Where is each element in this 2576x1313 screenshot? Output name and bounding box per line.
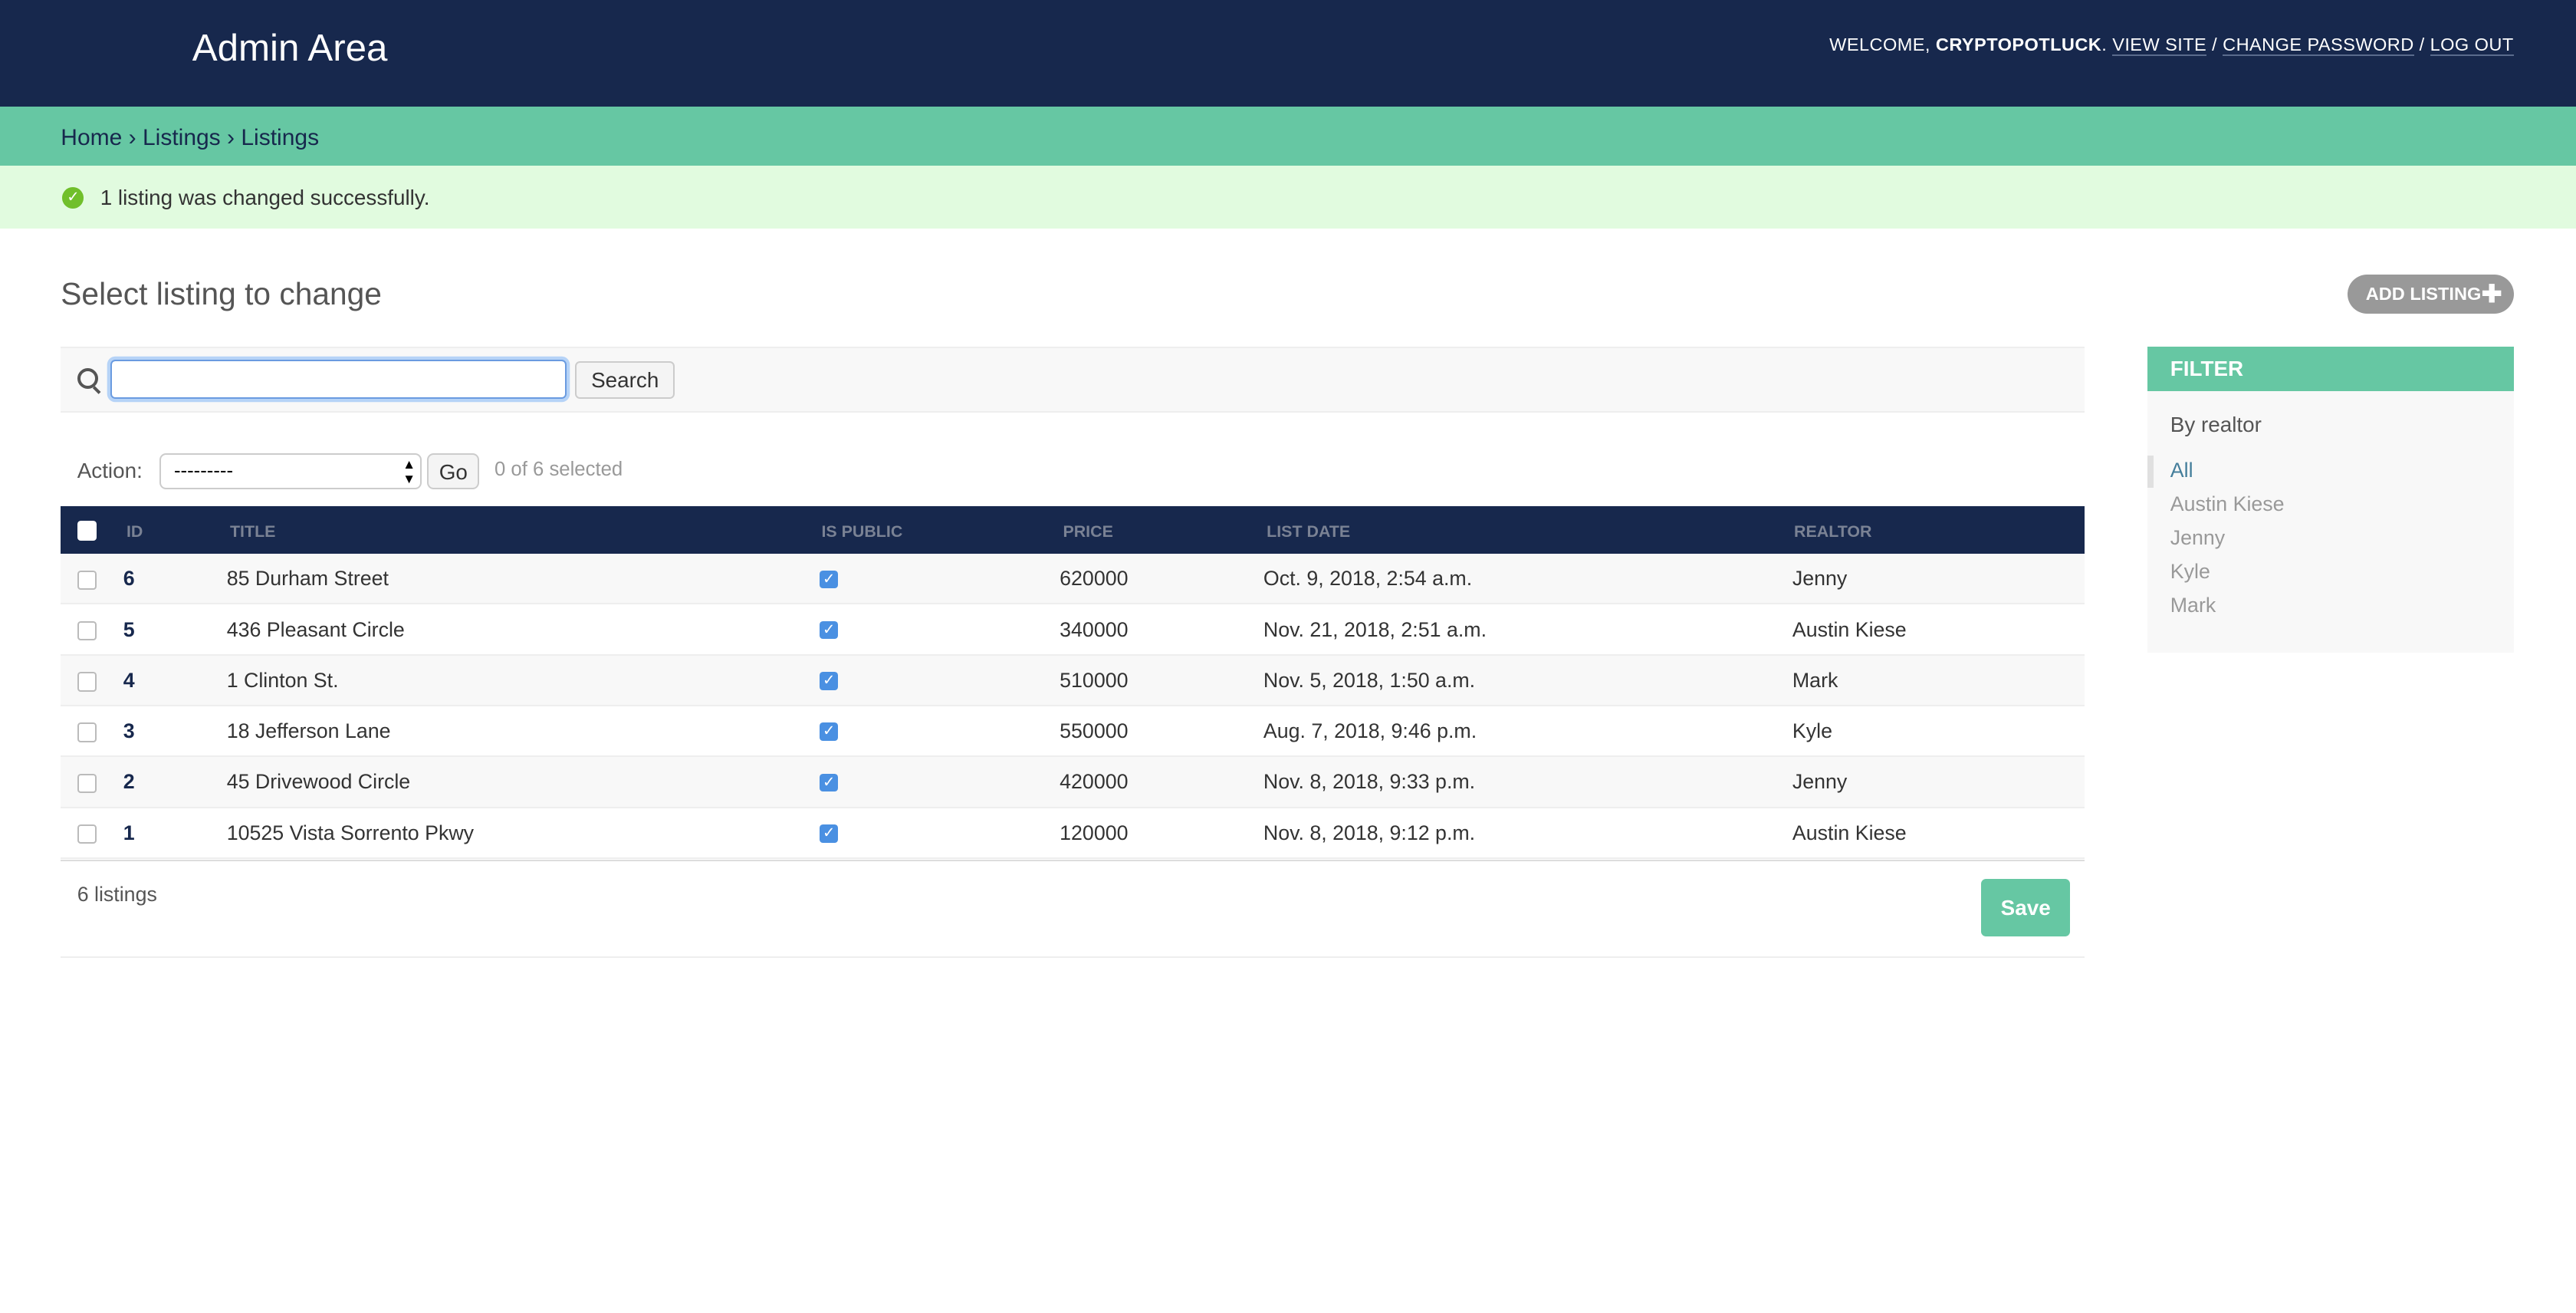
is-public-checkbox[interactable]: ✓ xyxy=(820,672,838,690)
header: Admin Area WELCOME, CRYPTOPOTLUCK. VIEW … xyxy=(0,0,2576,107)
plus-icon: ✚ xyxy=(2481,279,2502,308)
listings-table: ID TITLE IS PUBLIC PRICE LIST DATE REALT… xyxy=(61,506,2085,859)
table-row: 1 10525 Vista Sorrento Pkwy ✓ 120000 Nov… xyxy=(61,808,2085,859)
cell-realtor: Mark xyxy=(1792,668,1838,692)
filter-subtitle: By realtor xyxy=(2170,412,2262,436)
cell-price: 510000 xyxy=(1060,668,1129,692)
cell-list-date: Nov. 5, 2018, 1:50 a.m. xyxy=(1263,668,1476,692)
selected-filter-marker xyxy=(2147,455,2154,489)
message-text: 1 listing was changed successfully. xyxy=(100,186,430,210)
column-header-realtor[interactable]: REALTOR xyxy=(1794,522,1871,541)
row-checkbox[interactable] xyxy=(77,824,97,844)
search-input[interactable] xyxy=(110,360,567,400)
cell-list-date: Nov. 21, 2018, 2:51 a.m. xyxy=(1263,617,1487,641)
table-header: ID TITLE IS PUBLIC PRICE LIST DATE REALT… xyxy=(61,506,2085,554)
user-tools: WELCOME, CRYPTOPOTLUCK. VIEW SITE / CHAN… xyxy=(1829,35,2514,56)
add-listing-button[interactable]: ADD LISTING ✚ xyxy=(2348,274,2514,314)
result-count: 6 listings xyxy=(77,882,157,906)
cell-id[interactable]: 2 xyxy=(123,770,135,794)
cell-price: 420000 xyxy=(1060,770,1129,794)
row-checkbox[interactable] xyxy=(77,570,97,590)
action-select[interactable]: --------- ▲ ▼ xyxy=(159,453,422,490)
column-header-price[interactable]: PRICE xyxy=(1063,522,1112,541)
separator: / xyxy=(2212,35,2218,54)
cell-title: 85 Durham Street xyxy=(226,567,389,591)
cell-price: 550000 xyxy=(1060,719,1129,743)
column-header-title[interactable]: TITLE xyxy=(230,522,275,541)
row-checkbox[interactable] xyxy=(77,620,97,641)
cell-list-date: Oct. 9, 2018, 2:54 a.m. xyxy=(1263,567,1473,591)
cell-price: 340000 xyxy=(1060,617,1129,641)
filter-panel: FILTER By realtor All Austin Kiese Jenny Ky… xyxy=(2147,347,2514,653)
cell-price: 620000 xyxy=(1060,567,1129,591)
filter-item[interactable]: Austin Kiese xyxy=(2170,492,2285,516)
welcome-text: WELCOME, xyxy=(1829,35,1930,54)
is-public-checkbox[interactable]: ✓ xyxy=(820,570,838,589)
page-title: Select listing to change xyxy=(61,276,382,311)
go-button[interactable]: Go xyxy=(427,453,480,490)
save-button[interactable]: Save xyxy=(1981,879,2071,937)
is-public-checkbox[interactable]: ✓ xyxy=(820,620,838,640)
table-footer: 6 listings Save xyxy=(61,859,2085,959)
select-arrows-icon: ▲ ▼ xyxy=(402,456,416,486)
is-public-checkbox[interactable]: ✓ xyxy=(820,824,838,843)
selection-counter: 0 of 6 selected xyxy=(495,458,623,480)
cell-title: 1 Clinton St. xyxy=(226,668,339,692)
cell-realtor: Austin Kiese xyxy=(1792,617,1907,641)
cell-list-date: Nov. 8, 2018, 9:33 p.m. xyxy=(1263,770,1476,794)
table-row: 2 45 Drivewood Circle ✓ 420000 Nov. 8, 2… xyxy=(61,757,2085,808)
cell-id[interactable]: 1 xyxy=(123,821,135,845)
username: CRYPTOPOTLUCK xyxy=(1935,35,2102,54)
search-toolbar: Search xyxy=(61,347,2085,413)
cell-id[interactable]: 3 xyxy=(123,719,135,743)
cell-realtor: Jenny xyxy=(1792,770,1848,794)
cell-title: 18 Jefferson Lane xyxy=(226,719,391,743)
row-checkbox[interactable] xyxy=(77,722,97,742)
change-password-link[interactable]: CHANGE PASSWORD xyxy=(2223,35,2414,56)
view-site-link[interactable]: VIEW SITE xyxy=(2112,35,2207,56)
search-icon xyxy=(77,367,98,390)
column-header-id[interactable]: ID xyxy=(127,522,143,541)
cell-title: 436 Pleasant Circle xyxy=(226,617,405,641)
cell-title: 45 Drivewood Circle xyxy=(226,770,411,794)
filter-item[interactable]: Kyle xyxy=(2170,560,2210,584)
filter-item[interactable]: Jenny xyxy=(2170,526,2225,550)
log-out-link[interactable]: LOG OUT xyxy=(2430,35,2514,56)
breadcrumb[interactable]: Home › Listings › Listings xyxy=(61,125,319,151)
success-message: ✓ 1 listing was changed successfully. xyxy=(0,166,2576,229)
table-row: 4 1 Clinton St. ✓ 510000 Nov. 5, 2018, 1… xyxy=(61,655,2085,706)
select-all-checkbox[interactable] xyxy=(77,521,97,541)
cell-realtor: Jenny xyxy=(1792,567,1848,591)
cell-id[interactable]: 5 xyxy=(123,618,135,642)
filter-item[interactable]: All xyxy=(2170,459,2193,482)
separator: / xyxy=(2419,35,2425,54)
filter-title: FILTER xyxy=(2147,347,2514,391)
column-header-is-public[interactable]: IS PUBLIC xyxy=(821,522,902,541)
cell-realtor: Austin Kiese xyxy=(1792,821,1907,844)
search-button[interactable]: Search xyxy=(575,361,675,400)
table-row: 3 18 Jefferson Lane ✓ 550000 Aug. 7, 201… xyxy=(61,706,2085,758)
cell-title: 10525 Vista Sorrento Pkwy xyxy=(226,821,475,844)
table-row: 5 436 Pleasant Circle ✓ 340000 Nov. 21, … xyxy=(61,604,2085,656)
action-selected-value: --------- xyxy=(174,460,234,482)
table-row: 6 85 Durham Street ✓ 620000 Oct. 9, 2018… xyxy=(61,554,2085,605)
column-header-list-date[interactable]: LIST DATE xyxy=(1267,522,1350,541)
is-public-checkbox[interactable]: ✓ xyxy=(820,773,838,792)
site-title: Admin Area xyxy=(192,27,388,70)
row-checkbox[interactable] xyxy=(77,672,97,692)
breadcrumb-bar: Home › Listings › Listings xyxy=(0,107,2576,166)
cell-id[interactable]: 6 xyxy=(123,567,135,591)
cell-realtor: Kyle xyxy=(1792,719,1832,743)
filter-item[interactable]: Mark xyxy=(2170,594,2216,617)
action-label: Action: xyxy=(77,458,143,482)
cell-id[interactable]: 4 xyxy=(123,669,135,693)
add-listing-label: ADD LISTING xyxy=(2365,283,2482,304)
cell-list-date: Aug. 7, 2018, 9:46 p.m. xyxy=(1263,719,1477,743)
cell-price: 120000 xyxy=(1060,821,1129,844)
cell-list-date: Nov. 8, 2018, 9:12 p.m. xyxy=(1263,821,1476,844)
row-checkbox[interactable] xyxy=(77,773,97,794)
success-check-icon: ✓ xyxy=(62,187,84,209)
is-public-checkbox[interactable]: ✓ xyxy=(820,722,838,741)
